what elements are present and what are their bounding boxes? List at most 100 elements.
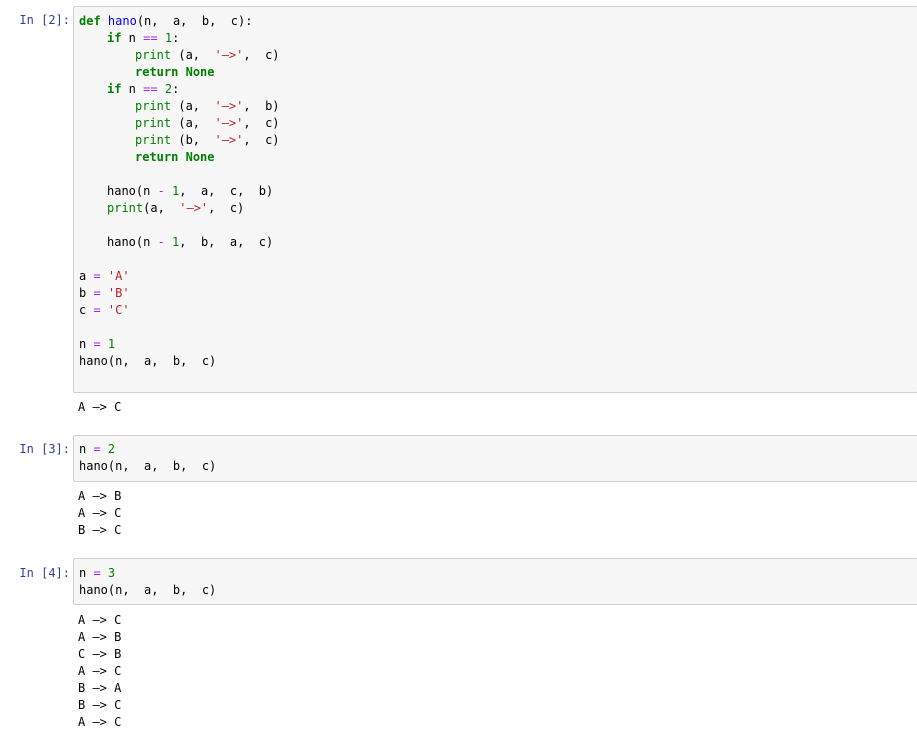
code-token: '—>' xyxy=(214,133,244,147)
code-line: n = 1 xyxy=(79,336,912,353)
code-token: = xyxy=(93,337,101,351)
code-token: = xyxy=(93,566,101,580)
output-area: A —> B A —> C B —> C xyxy=(78,488,121,539)
output-area: A —> C A —> B C —> B A —> C B —> A B —> C A —>… xyxy=(78,612,121,731)
code-token: (n, a, b, c): xyxy=(136,14,253,28)
input-prompt: In [4]: xyxy=(19,566,70,580)
code-line: hano(n, a, b, c) xyxy=(79,353,912,370)
code-token: None xyxy=(185,65,215,79)
output-line: C —> B xyxy=(78,647,122,661)
code-line: return None xyxy=(79,64,912,81)
code-token: hano(n, a, b, c) xyxy=(79,583,217,597)
code-line: hano(n - 1, b, a, c) xyxy=(79,234,912,251)
output-area: A —> C xyxy=(78,399,121,416)
output-line: A —> C xyxy=(78,664,122,678)
code-editor[interactable]: n = 3 hano(n, a, b, c) xyxy=(73,558,917,605)
output-line: A —> C xyxy=(78,613,122,627)
code-token: 'C' xyxy=(107,303,130,317)
code-token: , c) xyxy=(243,48,280,62)
code-line: print (a, '—>', b) xyxy=(79,98,912,115)
code-token: n xyxy=(79,337,94,351)
code-token: b xyxy=(79,286,94,300)
code-token: hano(n xyxy=(107,235,158,249)
code-token: print xyxy=(107,201,144,215)
output-line: A —> C xyxy=(78,400,122,414)
code-token: print xyxy=(135,48,172,62)
code-line: if n == 1: xyxy=(79,30,912,47)
code-token: = xyxy=(93,442,101,456)
code-token: 'A' xyxy=(107,269,130,283)
code-token: , c) xyxy=(208,201,245,215)
code-token: 1 xyxy=(164,31,173,45)
code-line: n = 2 xyxy=(79,441,912,458)
code-token: def xyxy=(79,14,101,28)
code-token: (a, xyxy=(143,201,180,215)
code-editor[interactable]: def hano(n, a, b, c): if n == 1: print (a,… xyxy=(73,6,917,393)
code-token: '—>' xyxy=(179,201,209,215)
code-token: , b) xyxy=(243,99,280,113)
output-line: B —> A xyxy=(78,681,122,695)
code-token: None xyxy=(185,150,215,164)
code-token: 2 xyxy=(107,442,116,456)
code-line: print (b, '—>', c) xyxy=(79,132,912,149)
code-token: = xyxy=(93,269,101,283)
code-line: print(a, '—>', c) xyxy=(79,200,912,217)
code-token: '—>' xyxy=(214,99,244,113)
code-token: (a, xyxy=(171,116,215,130)
input-prompt: In [2]: xyxy=(19,13,70,27)
code-token: print xyxy=(135,133,172,147)
code-editor[interactable]: n = 2 hano(n, a, b, c) xyxy=(73,435,917,482)
code-token: if xyxy=(107,82,122,96)
code-token: hano(n, a, b, c) xyxy=(79,354,217,368)
code-token: '—>' xyxy=(214,116,244,130)
input-prompt: In [3]: xyxy=(19,442,70,456)
code-token: == xyxy=(143,82,158,96)
code-token: - xyxy=(157,184,165,198)
code-line: hano(n, a, b, c) xyxy=(79,582,912,599)
code-token: : xyxy=(172,82,180,96)
output-line: B —> C xyxy=(78,698,122,712)
code-line: print (a, '—>', c) xyxy=(79,47,912,64)
output-line: A —> C xyxy=(78,506,122,520)
code-token: = xyxy=(93,303,101,317)
code-token: 3 xyxy=(107,566,116,580)
code-token: n xyxy=(121,82,144,96)
code-token: n xyxy=(121,31,144,45)
code-token: n xyxy=(79,442,94,456)
code-token: == xyxy=(143,31,158,45)
code-token: return xyxy=(135,65,179,79)
code-line: c = 'C' xyxy=(79,302,912,319)
code-token: , b, a, c) xyxy=(179,235,274,249)
code-token: if xyxy=(107,31,122,45)
code-line: return None xyxy=(79,149,912,166)
code-token: hano(n, a, b, c) xyxy=(79,459,217,473)
notebook: { "cells": [ { "prompt": "In [2]:", "cod… xyxy=(0,0,917,734)
code-token: hano xyxy=(107,14,137,28)
code-token: print xyxy=(135,99,172,113)
output-line: A —> B xyxy=(78,630,122,644)
code-token: a xyxy=(79,269,94,283)
code-token: - xyxy=(157,235,165,249)
output-line: A —> B xyxy=(78,489,122,503)
code-token: 'B' xyxy=(107,286,130,300)
code-token: (b, xyxy=(171,133,215,147)
code-line: print (a, '—>', c) xyxy=(79,115,912,132)
code-token: , c) xyxy=(243,116,280,130)
code-token: n xyxy=(79,566,94,580)
code-token: '—>' xyxy=(214,48,244,62)
code-token: , c) xyxy=(243,133,280,147)
